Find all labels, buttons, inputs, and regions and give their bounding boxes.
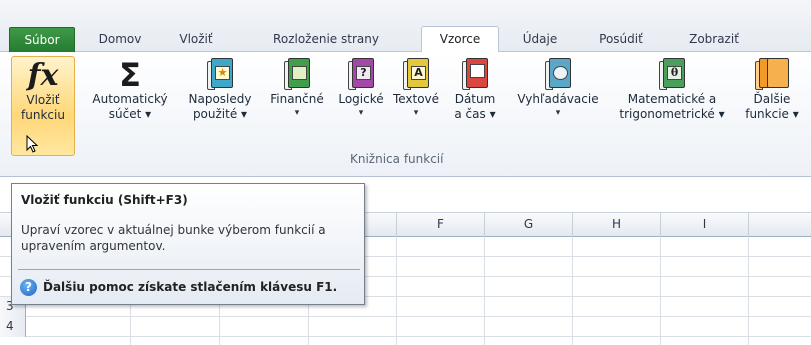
function-library-group-label: Knižnica funkcií [350,152,444,166]
tooltip-help-text: Ďalšiu pomoc získate stlačením klávesu F… [43,280,338,294]
book-search-icon [545,58,571,90]
tab-home[interactable]: Domov [86,27,154,52]
column-header-g[interactable]: G [484,213,572,237]
text-button[interactable]: A Textové ▾ [390,56,442,156]
tab-formulas[interactable]: Vzorce [421,26,499,53]
recently-used-button[interactable]: ★ Naposledy použité ▾ [180,56,260,156]
tooltip-separator [18,269,360,270]
financial-label-2: ▾ [294,108,300,118]
recently-used-label-2: použité ▾ [192,107,248,121]
grid-line [484,237,485,345]
insert-function-label-2: funkciu [21,108,65,122]
insert-function-label-1: Vložiť [26,93,60,107]
sigma-icon: Σ [119,56,141,94]
tab-view[interactable]: Zobraziť [668,27,760,52]
tooltip-description: Upraví vzorec v aktuálnej bunke výberom … [21,223,326,253]
autosum-button[interactable]: Σ Automatický súčet ▾ [86,56,174,156]
column-header-i[interactable]: I [660,213,748,237]
math-trig-label-2: trigonometrické ▾ [619,107,725,121]
book-question-icon: ? [348,58,374,90]
more-functions-button[interactable]: Ďalšie funkcie ▾ [736,56,808,156]
tab-insert[interactable]: Vložiť [160,27,232,52]
grid-row: 4 [0,317,811,337]
grid-line [572,237,573,345]
financial-label-1: Finančné [270,92,324,106]
lookup-button[interactable]: Vyhľadávacie ▾ [508,56,608,156]
row-header-4[interactable]: 4 [0,317,26,337]
tooltip-title: Vložiť funkciu (Shift+F3) [21,193,188,207]
insert-function-tooltip: Vložiť funkciu (Shift+F3) Upraví vzorec … [11,183,365,305]
book-star-icon: ★ [207,58,233,90]
book-text-icon: A [403,58,429,90]
book-theta-icon: θ [659,58,685,90]
ribbon: fx Vložiť funkciu Σ Automatický súčet ▾ … [0,52,811,177]
tooltip-help-line: ? Ďalšiu pomoc získate stlačením klávesu … [20,278,337,296]
date-time-button[interactable]: Dátum a čas ▾ [442,56,508,156]
tab-page-layout[interactable]: Rozloženie strany [238,27,414,52]
column-header-h[interactable]: H [572,213,660,237]
tab-file[interactable]: Súbor [9,27,75,52]
grid-line [396,237,397,345]
logical-button[interactable]: ? Logické ▾ [333,56,389,156]
text-label-1: Textové [392,92,440,106]
logical-label-1: Logické [338,92,384,106]
fx-icon: fx [27,58,59,93]
column-header-next[interactable] [748,213,811,237]
column-header-f[interactable]: F [396,213,484,237]
tab-data[interactable]: Údaje [509,27,571,52]
more-functions-label-2: funkcie ▾ [745,107,799,121]
insert-function-button[interactable]: fx Vložiť funkciu [11,56,75,156]
financial-button[interactable]: Finančné ▾ [262,56,332,156]
date-time-label-1: Dátum [454,92,496,106]
ribbon-tab-strip: Súbor Domov Vložiť Rozloženie strany Vzo… [0,0,811,53]
mouse-cursor-icon [26,135,38,153]
math-trig-button[interactable]: θ Matematické a trigonometrické ▾ [610,56,734,156]
recently-used-label-1: Naposledy [188,92,252,106]
grid-line [748,237,749,345]
lookup-label-2: ▾ [555,108,561,118]
autosum-label-1: Automatický [92,92,168,106]
book-calendar-icon [462,58,488,90]
help-icon: ? [20,279,37,296]
text-label-2: ▾ [413,108,419,118]
grid-line [660,237,661,345]
more-functions-label-1: Ďalšie [753,92,791,106]
math-trig-label-1: Matematické a [627,92,717,106]
lookup-label-1: Vyhľadávacie [517,92,599,106]
books-stack-icon [755,58,789,90]
autosum-label-2: súčet ▾ [108,107,152,121]
logical-label-2: ▾ [358,108,364,118]
tab-review[interactable]: Posúdiť [581,27,661,52]
date-time-label-2: a čas ▾ [454,107,496,121]
book-finance-icon [284,58,310,90]
